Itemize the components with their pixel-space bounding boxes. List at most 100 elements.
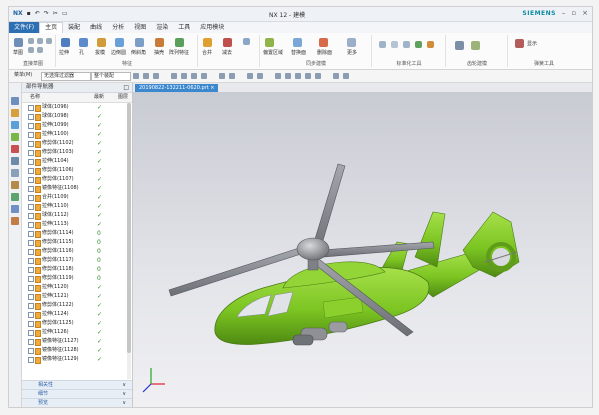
orient-view-icon[interactable]	[247, 73, 253, 79]
snap-mid-icon[interactable]	[295, 73, 301, 79]
menu-assembly[interactable]: 装配	[63, 22, 85, 33]
rectangle-icon[interactable]	[46, 38, 52, 44]
visibility-checkbox[interactable]	[28, 168, 34, 174]
feature-tree-row[interactable]: 拉伸(1120) ✓	[22, 283, 132, 292]
visibility-checkbox[interactable]	[28, 348, 34, 354]
menu-home[interactable]: 主页	[39, 21, 64, 34]
visibility-checkbox[interactable]	[28, 114, 34, 120]
arc-icon[interactable]	[37, 38, 43, 44]
visibility-checkbox[interactable]	[28, 105, 34, 111]
feature-tree-row[interactable]: 拉伸(1124) ✓	[22, 310, 132, 319]
manufacturing-wizard-icon[interactable]	[11, 193, 19, 201]
process-studio-icon[interactable]	[11, 181, 19, 189]
offset-region-icon[interactable]	[265, 38, 274, 47]
menu-applications[interactable]: 应用模块	[195, 22, 229, 33]
layer-icon[interactable]	[257, 73, 263, 79]
snap-grid-icon[interactable]	[343, 73, 349, 79]
assembly-navigator-icon[interactable]	[11, 97, 19, 105]
shaded-view-icon[interactable]	[219, 73, 225, 79]
history-icon[interactable]	[11, 133, 19, 141]
wireframe-view-icon[interactable]	[229, 73, 235, 79]
offset-region-button[interactable]: 偏置区域	[263, 49, 283, 56]
feature-tree-row[interactable]: 拉伸(1099) ✓	[22, 121, 132, 130]
visibility-checkbox[interactable]	[28, 195, 34, 201]
rotate-icon[interactable]	[191, 73, 197, 79]
sketch-icon[interactable]	[14, 38, 23, 47]
zoom-icon[interactable]	[181, 73, 187, 79]
visibility-checkbox[interactable]	[28, 330, 34, 336]
column-layer[interactable]: 图层	[118, 93, 128, 102]
feature-tree-row[interactable]: 球体(1098) ✓	[22, 112, 132, 121]
feature-tree-row[interactable]: 镜像特征(1128) ✓	[22, 346, 132, 355]
snap-end-icon[interactable]	[285, 73, 291, 79]
feature-tree-row[interactable]: 合并(1109) ✓	[22, 193, 132, 202]
visibility-checkbox[interactable]	[28, 240, 34, 246]
hole-button[interactable]: 孔	[79, 49, 84, 56]
visibility-checkbox[interactable]	[28, 150, 34, 156]
unite-icon[interactable]	[203, 38, 212, 47]
visibility-checkbox[interactable]	[28, 213, 34, 219]
feature-tree-row[interactable]: 拉伸(1121) ✓	[22, 292, 132, 301]
menu-render[interactable]: 渲染	[151, 22, 173, 33]
view-fit-icon[interactable]	[171, 73, 177, 79]
type-filter-combo[interactable]: 无选择过滤器	[41, 72, 91, 81]
feature-tree-row[interactable]: 拉伸(1100) ✓	[22, 130, 132, 139]
visibility-checkbox[interactable]	[28, 267, 34, 273]
spring-icon[interactable]	[515, 39, 524, 48]
extrude-button[interactable]: 拉伸	[59, 49, 69, 56]
feature-tree-row[interactable]: 修剪体(1103) ✓	[22, 148, 132, 157]
menu-dropdown[interactable]: 菜单(M)	[12, 72, 40, 79]
sketch-button[interactable]: 草图	[13, 49, 23, 56]
pattern-feature-button[interactable]: 阵列特征	[169, 49, 189, 56]
column-name[interactable]: 名称	[30, 93, 40, 102]
visibility-checkbox[interactable]	[28, 141, 34, 147]
cut-icon[interactable]: ✂	[53, 10, 58, 17]
feature-tree-row[interactable]: 镜像特征(1108) ✓	[22, 184, 132, 193]
feature-tree-row[interactable]: 修剪体(1114) 0	[22, 229, 132, 238]
shell-icon[interactable]	[155, 38, 164, 47]
point-icon[interactable]	[37, 47, 43, 53]
document-tab[interactable]: 20190822-132211-0620.prt ×	[135, 84, 219, 92]
visibility-checkbox[interactable]	[28, 132, 34, 138]
visibility-checkbox[interactable]	[28, 276, 34, 282]
feature-tree-row[interactable]: 拉伸(1113) ✓	[22, 220, 132, 229]
graphics-viewport[interactable]	[133, 92, 592, 407]
close-button[interactable]: ×	[582, 9, 588, 17]
more-sync-icon[interactable]	[347, 38, 356, 47]
close-icon[interactable]: □	[123, 83, 129, 92]
visibility-checkbox[interactable]	[28, 312, 34, 318]
select-all-icon[interactable]	[143, 73, 149, 79]
feature-tree-row[interactable]: 修剪体(1115) 0	[22, 238, 132, 247]
more-feature-icon[interactable]	[243, 38, 250, 45]
standard-tool-icon-3[interactable]	[403, 41, 410, 48]
line-icon[interactable]	[28, 38, 34, 44]
visualization-icon[interactable]	[11, 217, 19, 225]
maximize-button[interactable]: ▫	[571, 9, 576, 17]
feature-tree-row[interactable]: 修剪体(1118) 0	[22, 265, 132, 274]
redo-icon[interactable]: ↷	[44, 10, 49, 17]
replace-face-button[interactable]: 替换面	[291, 49, 306, 56]
standard-tool-icon-4[interactable]	[415, 41, 422, 48]
feature-tree-row[interactable]: 球体(1112) ✓	[22, 211, 132, 220]
helicopter-model[interactable]	[133, 92, 592, 407]
feature-tree-row[interactable]: 拉伸(1104) ✓	[22, 157, 132, 166]
snap-center-icon[interactable]	[305, 73, 311, 79]
web-browser-icon[interactable]	[11, 145, 19, 153]
minimize-button[interactable]: –	[562, 9, 566, 17]
pattern-icon[interactable]	[175, 38, 184, 47]
visibility-checkbox[interactable]	[28, 357, 34, 363]
feature-tree-row[interactable]: 修剪体(1117) 0	[22, 256, 132, 265]
menu-view[interactable]: 视图	[129, 22, 151, 33]
snap-point-icon[interactable]	[133, 73, 139, 79]
visibility-checkbox[interactable]	[28, 249, 34, 255]
subtract-button[interactable]: 减去	[222, 49, 232, 56]
standard-tool-icon-1[interactable]	[379, 41, 386, 48]
roles-icon[interactable]	[11, 157, 19, 165]
replace-face-icon[interactable]	[293, 38, 302, 47]
visibility-checkbox[interactable]	[28, 186, 34, 192]
feature-tree-row[interactable]: 修剪体(1122) ✓	[22, 301, 132, 310]
feature-tree-row[interactable]: 修剪体(1107) ✓	[22, 175, 132, 184]
visibility-checkbox[interactable]	[28, 258, 34, 264]
feature-tree-row[interactable]: 修剪体(1119) 0	[22, 274, 132, 283]
visibility-checkbox[interactable]	[28, 321, 34, 327]
